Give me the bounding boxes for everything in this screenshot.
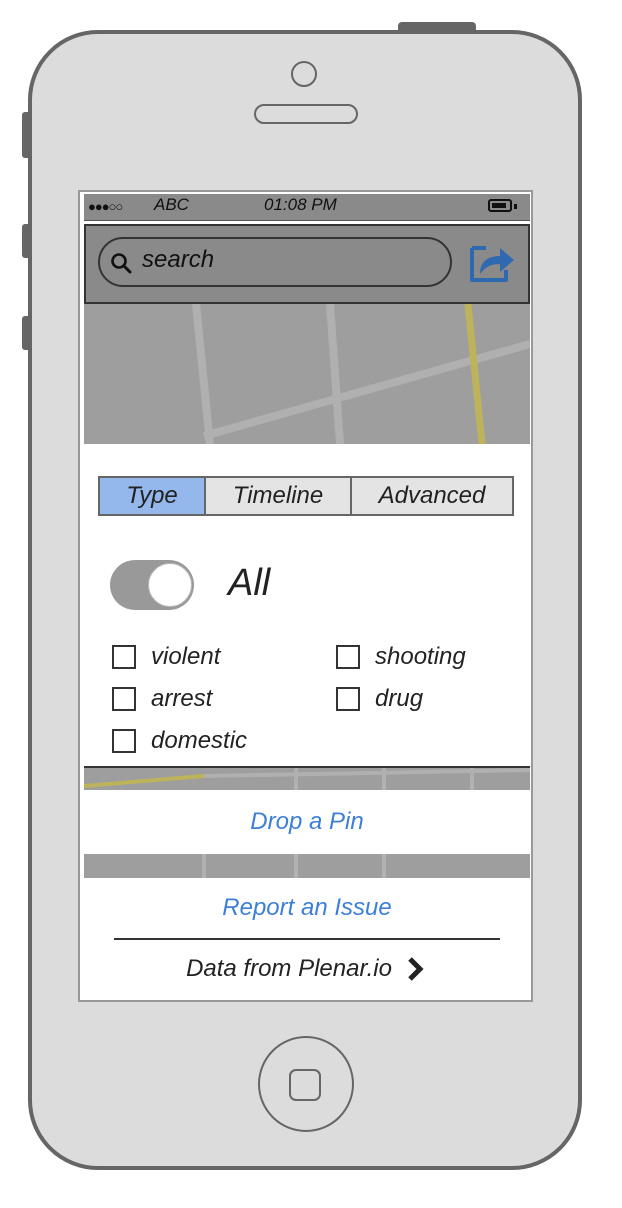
speaker-grille	[254, 104, 358, 124]
tab-advanced[interactable]: Advanced	[352, 478, 512, 514]
all-label: All	[228, 562, 271, 604]
battery-icon	[488, 199, 512, 212]
map-strip-lower-streets	[202, 854, 386, 878]
tab-timeline[interactable]: Timeline	[206, 478, 352, 514]
toggle-knob	[148, 563, 192, 607]
checkbox-drug[interactable]	[336, 687, 360, 711]
chevron-right-icon	[408, 957, 424, 981]
carrier-name: ABC	[154, 195, 189, 214]
map-strip-streets	[84, 768, 530, 790]
checkbox-label-violent: violent	[151, 643, 221, 670]
status-bar: ●●●○○ ABC 01:08 PM	[84, 194, 530, 221]
checkbox-label-domestic: domestic	[151, 727, 248, 754]
filter-tabs: Type Timeline Advanced	[98, 476, 514, 516]
checkbox-label-arrest: arrest	[151, 685, 213, 712]
search-icon	[111, 253, 132, 274]
data-source-row[interactable]: Data from Plenar.io	[84, 940, 530, 998]
tab-type[interactable]: Type	[100, 478, 206, 514]
checkbox-domestic[interactable]	[112, 729, 136, 753]
drop-pin-row: Drop a Pin	[84, 790, 530, 854]
report-issue-button[interactable]: Report an Issue	[222, 894, 391, 922]
report-issue-row: Report an Issue	[84, 878, 530, 938]
data-source-label: Data from Plenar.io	[186, 955, 392, 982]
status-time: 01:08 PM	[264, 195, 337, 214]
map-view[interactable]	[84, 304, 530, 444]
checkbox-shooting[interactable]	[336, 645, 360, 669]
checkbox-label-shooting: shooting	[375, 643, 466, 670]
checkbox-arrest[interactable]	[112, 687, 136, 711]
map-streets	[192, 304, 530, 444]
drop-pin-button[interactable]: Drop a Pin	[250, 808, 363, 836]
signal-strength: ●●●○○	[88, 199, 123, 214]
search-placeholder: search	[142, 246, 215, 273]
camera-icon	[291, 61, 317, 87]
map-strip-upper	[84, 768, 530, 790]
checkbox-label-drug: drug	[375, 685, 424, 712]
map-strip-lower	[84, 854, 530, 878]
battery-tip	[514, 204, 517, 209]
checkbox-violent[interactable]	[112, 645, 136, 669]
home-square-icon	[289, 1069, 321, 1101]
share-icon[interactable]	[466, 240, 516, 284]
